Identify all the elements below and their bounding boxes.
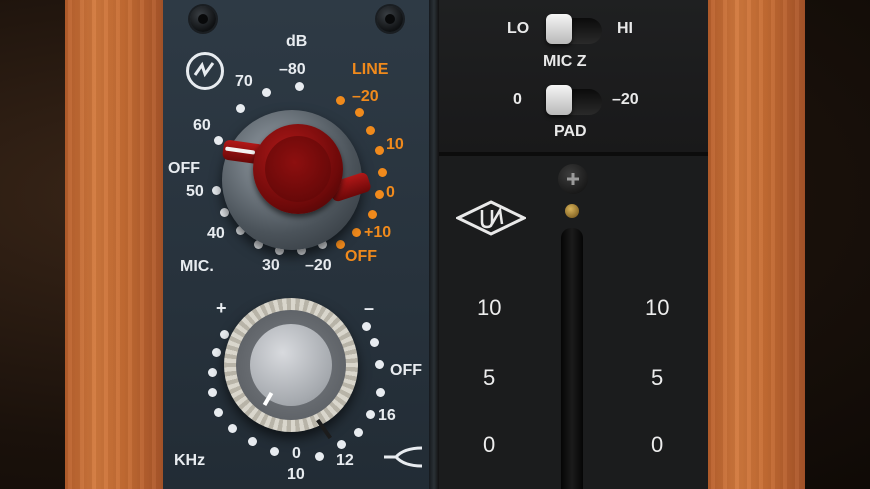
eq-dot	[214, 408, 223, 417]
pad-zero-label: 0	[513, 91, 522, 108]
ua-logo-icon	[456, 200, 526, 236]
eq-dot	[248, 437, 257, 446]
scale-dot-line	[355, 108, 364, 117]
line-scale-0: 0	[386, 184, 395, 201]
eq-dot	[370, 338, 379, 347]
panel-divider	[429, 0, 439, 489]
mic-scale-off: OFF	[168, 160, 200, 177]
eq-knob[interactable]	[250, 324, 332, 406]
scale-dot-line	[336, 240, 345, 249]
eq-off-label: OFF	[390, 362, 422, 379]
brand-logo-icon	[186, 52, 224, 90]
db-label: dB	[286, 33, 308, 50]
pad-minus-label: –20	[612, 91, 639, 108]
freq-scale-10: 10	[287, 466, 305, 483]
mic-scale-40: 40	[207, 225, 225, 242]
meter-right-5: 5	[651, 365, 664, 390]
scale-dot	[236, 104, 245, 113]
wood-side-right	[708, 0, 805, 489]
eq-dot	[212, 348, 221, 357]
line-scale-10: 10	[386, 136, 404, 153]
freq-scale-0: 0	[292, 445, 301, 462]
panel-seam	[439, 152, 708, 156]
screw-icon	[190, 6, 216, 32]
scale-dot-line	[375, 190, 384, 199]
eq-dot	[270, 447, 279, 456]
pad-label: PAD	[554, 123, 587, 140]
scale-dot-line	[336, 96, 345, 105]
mic-scale-30: 30	[262, 257, 280, 274]
mic-scale-70: 70	[235, 73, 253, 90]
eq-dot	[315, 452, 324, 461]
gain-knob[interactable]	[253, 124, 343, 214]
khz-label: KHz	[174, 452, 206, 469]
wood-side-left	[65, 0, 165, 489]
meter-left-5: 5	[483, 365, 496, 390]
scale-dot-line	[375, 146, 384, 155]
filter-curve-icon	[384, 446, 423, 468]
line-scale-off: OFF	[345, 248, 377, 265]
scale-dot	[214, 136, 223, 145]
screw-icon	[558, 164, 588, 194]
eq-dot	[337, 440, 346, 449]
micz-label: MIC Z	[543, 53, 587, 70]
mic-scale-20: –20	[305, 257, 332, 274]
lo-label: LO	[507, 20, 530, 37]
eq-minus-label: –	[364, 298, 375, 318]
mic-scale-80: –80	[279, 61, 306, 78]
meter-left-10: 10	[477, 295, 502, 320]
eq-plus-label: +	[216, 298, 227, 318]
scale-dot	[262, 88, 271, 97]
scale-dot-line	[368, 210, 377, 219]
eq-dot	[220, 330, 229, 339]
freq-scale-12: 12	[336, 452, 354, 469]
line-label: LINE	[352, 61, 389, 78]
eq-dot	[208, 388, 217, 397]
line-scale-minus20: –20	[352, 88, 379, 105]
eq-dot	[362, 322, 371, 331]
meter-left-0: 0	[483, 432, 496, 457]
screw-icon	[377, 6, 403, 32]
line-scale-plus10: +10	[364, 224, 392, 241]
mic-label: MIC.	[180, 258, 214, 275]
scale-dot	[295, 82, 304, 91]
meter-right-10: 10	[645, 295, 670, 320]
eq-dot	[208, 368, 217, 377]
scale-dot-line	[352, 228, 361, 237]
eq-dot	[375, 360, 384, 369]
hi-label: HI	[617, 20, 633, 37]
scale-dot-line	[366, 126, 375, 135]
eq-dot	[376, 388, 385, 397]
mic-z-switch[interactable]	[546, 14, 602, 44]
eq-dot	[366, 410, 375, 419]
mic-scale-50: 50	[186, 183, 204, 200]
eq-dot	[354, 428, 363, 437]
scale-dot-line	[378, 168, 387, 177]
scale-dot	[212, 186, 221, 195]
meter-right-0: 0	[651, 432, 664, 457]
meter-zero-adjust[interactable]	[565, 204, 579, 218]
eq-dot	[228, 424, 237, 433]
mic-scale-60: 60	[193, 117, 211, 134]
freq-scale-16: 16	[378, 407, 396, 424]
pad-switch[interactable]	[546, 85, 602, 115]
meter-slot	[561, 228, 583, 489]
